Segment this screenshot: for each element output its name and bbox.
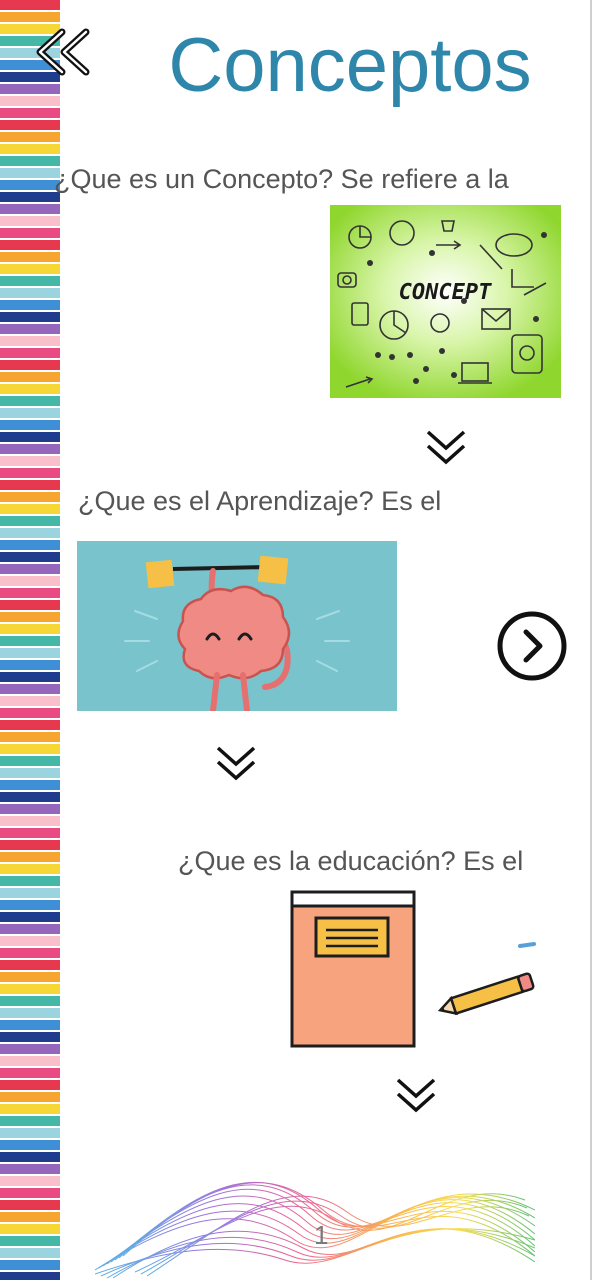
back-button[interactable]: [34, 28, 96, 76]
expand-concept-button[interactable]: [424, 428, 468, 468]
rainbow-wave-decoration: [94, 1140, 536, 1280]
page-number: 1: [314, 1220, 329, 1250]
next-button[interactable]: [496, 610, 568, 682]
page-title: Conceptos: [168, 23, 532, 108]
double-chevron-down-icon: [216, 746, 256, 781]
concept-image: CONCEPT: [330, 205, 561, 398]
book-pencil-image: [284, 884, 544, 1054]
brain-image: [77, 541, 397, 711]
expand-learning-button[interactable]: [214, 744, 258, 784]
question-education: ¿Que es la educación? Es el: [178, 846, 524, 876]
chevron-right-circle-icon: [497, 611, 567, 681]
double-chevron-down-icon: [426, 430, 466, 465]
expand-education-button[interactable]: [394, 1076, 438, 1116]
question-concept: ¿Que es un Concepto? Se refiere a la: [54, 164, 509, 194]
double-chevron-down-icon: [396, 1078, 436, 1113]
question-learning: ¿Que es el Aprendizaje? Es el: [78, 486, 442, 516]
double-chevron-left-icon: [36, 28, 90, 76]
concept-label: CONCEPT: [399, 280, 492, 305]
decorative-stripes: [0, 0, 60, 1280]
